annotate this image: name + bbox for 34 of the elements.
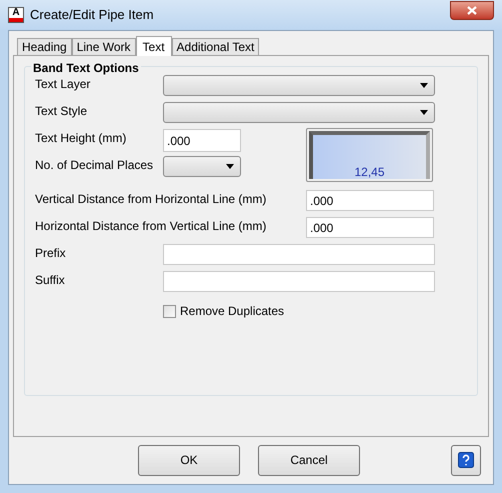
field-label: Text Style <box>35 103 88 120</box>
tab[interactable]: Text <box>136 36 172 56</box>
checkbox-label: Remove Duplicates <box>180 303 284 320</box>
dropdown[interactable] <box>163 75 435 96</box>
tab[interactable]: Line Work <box>72 38 136 55</box>
input-field[interactable]: .000 <box>306 190 434 211</box>
dialog-button[interactable]: OK <box>138 444 240 476</box>
field-label: Text Height (mm) <box>35 130 128 147</box>
tab[interactable]: Heading <box>17 38 72 55</box>
field-label: Suffix <box>35 272 66 289</box>
help-button[interactable] <box>451 444 481 476</box>
input-field[interactable]: .000 <box>163 129 241 152</box>
field-label: Vertical Distance from Horizontal Line (mm) <box>35 191 268 208</box>
dropdown[interactable] <box>163 102 435 123</box>
input-field[interactable]: .000 <box>306 217 434 238</box>
close-icon <box>467 6 477 14</box>
help-icon <box>458 452 474 468</box>
input-field[interactable] <box>163 271 435 292</box>
checkbox[interactable] <box>163 304 176 318</box>
tab[interactable]: Additional Text <box>172 38 260 55</box>
field-label: Horizontal Distance from Vertical Line (mm) <box>35 218 268 235</box>
field-label: No. of Decimal Places <box>35 157 154 174</box>
caret-icon <box>420 83 428 88</box>
caret-icon <box>226 164 234 169</box>
preview-sample-text: 12,45 <box>354 165 385 179</box>
field-label: Text Layer <box>35 76 92 93</box>
window-title: Create/Edit Pipe Item <box>30 6 154 24</box>
input-field[interactable] <box>163 244 435 265</box>
close-button[interactable] <box>450 0 494 20</box>
dialog-button[interactable]: Cancel <box>258 444 360 476</box>
field-label: Prefix <box>35 245 67 262</box>
caret-icon <box>420 110 428 115</box>
dropdown[interactable] <box>163 156 241 177</box>
app-icon: A <box>8 7 24 23</box>
